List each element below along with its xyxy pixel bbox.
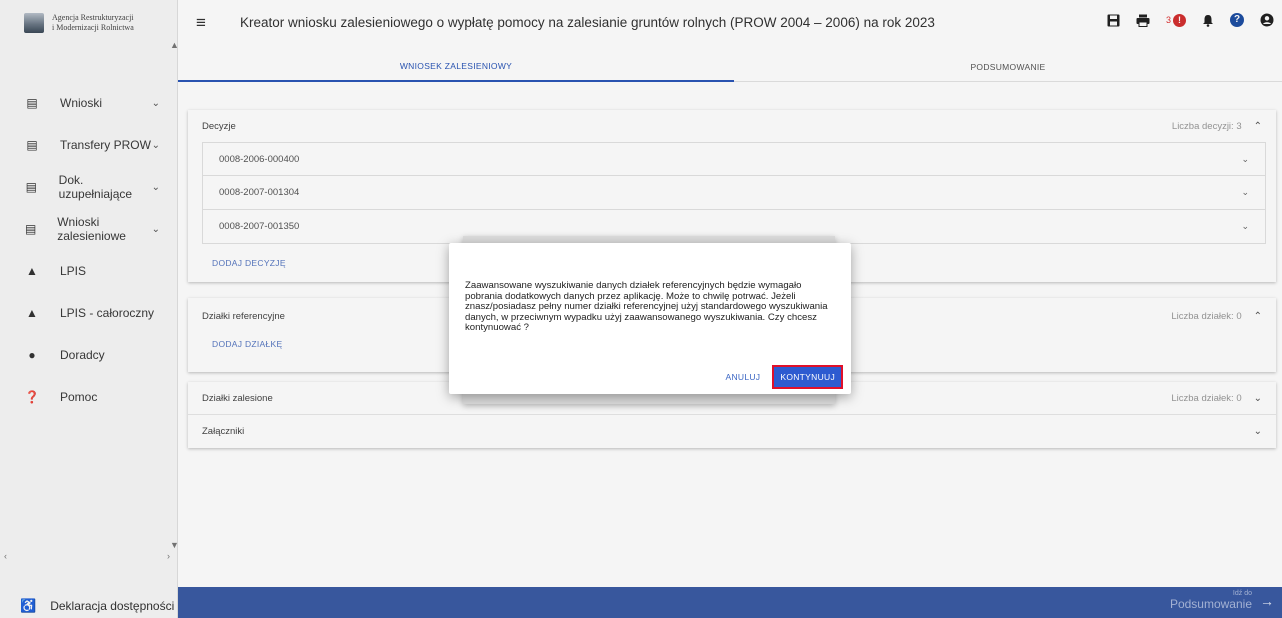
confirm-dialog: Zaawansowane wyszukiwanie danych działek… bbox=[449, 243, 851, 394]
dialog-message: Zaawansowane wyszukiwanie danych działek… bbox=[465, 280, 828, 333]
continue-button[interactable]: KONTYNUUJ bbox=[772, 365, 843, 389]
cancel-button[interactable]: ANULUJ bbox=[725, 372, 760, 382]
dialog-actions: ANULUJ KONTYNUUJ bbox=[725, 365, 843, 389]
